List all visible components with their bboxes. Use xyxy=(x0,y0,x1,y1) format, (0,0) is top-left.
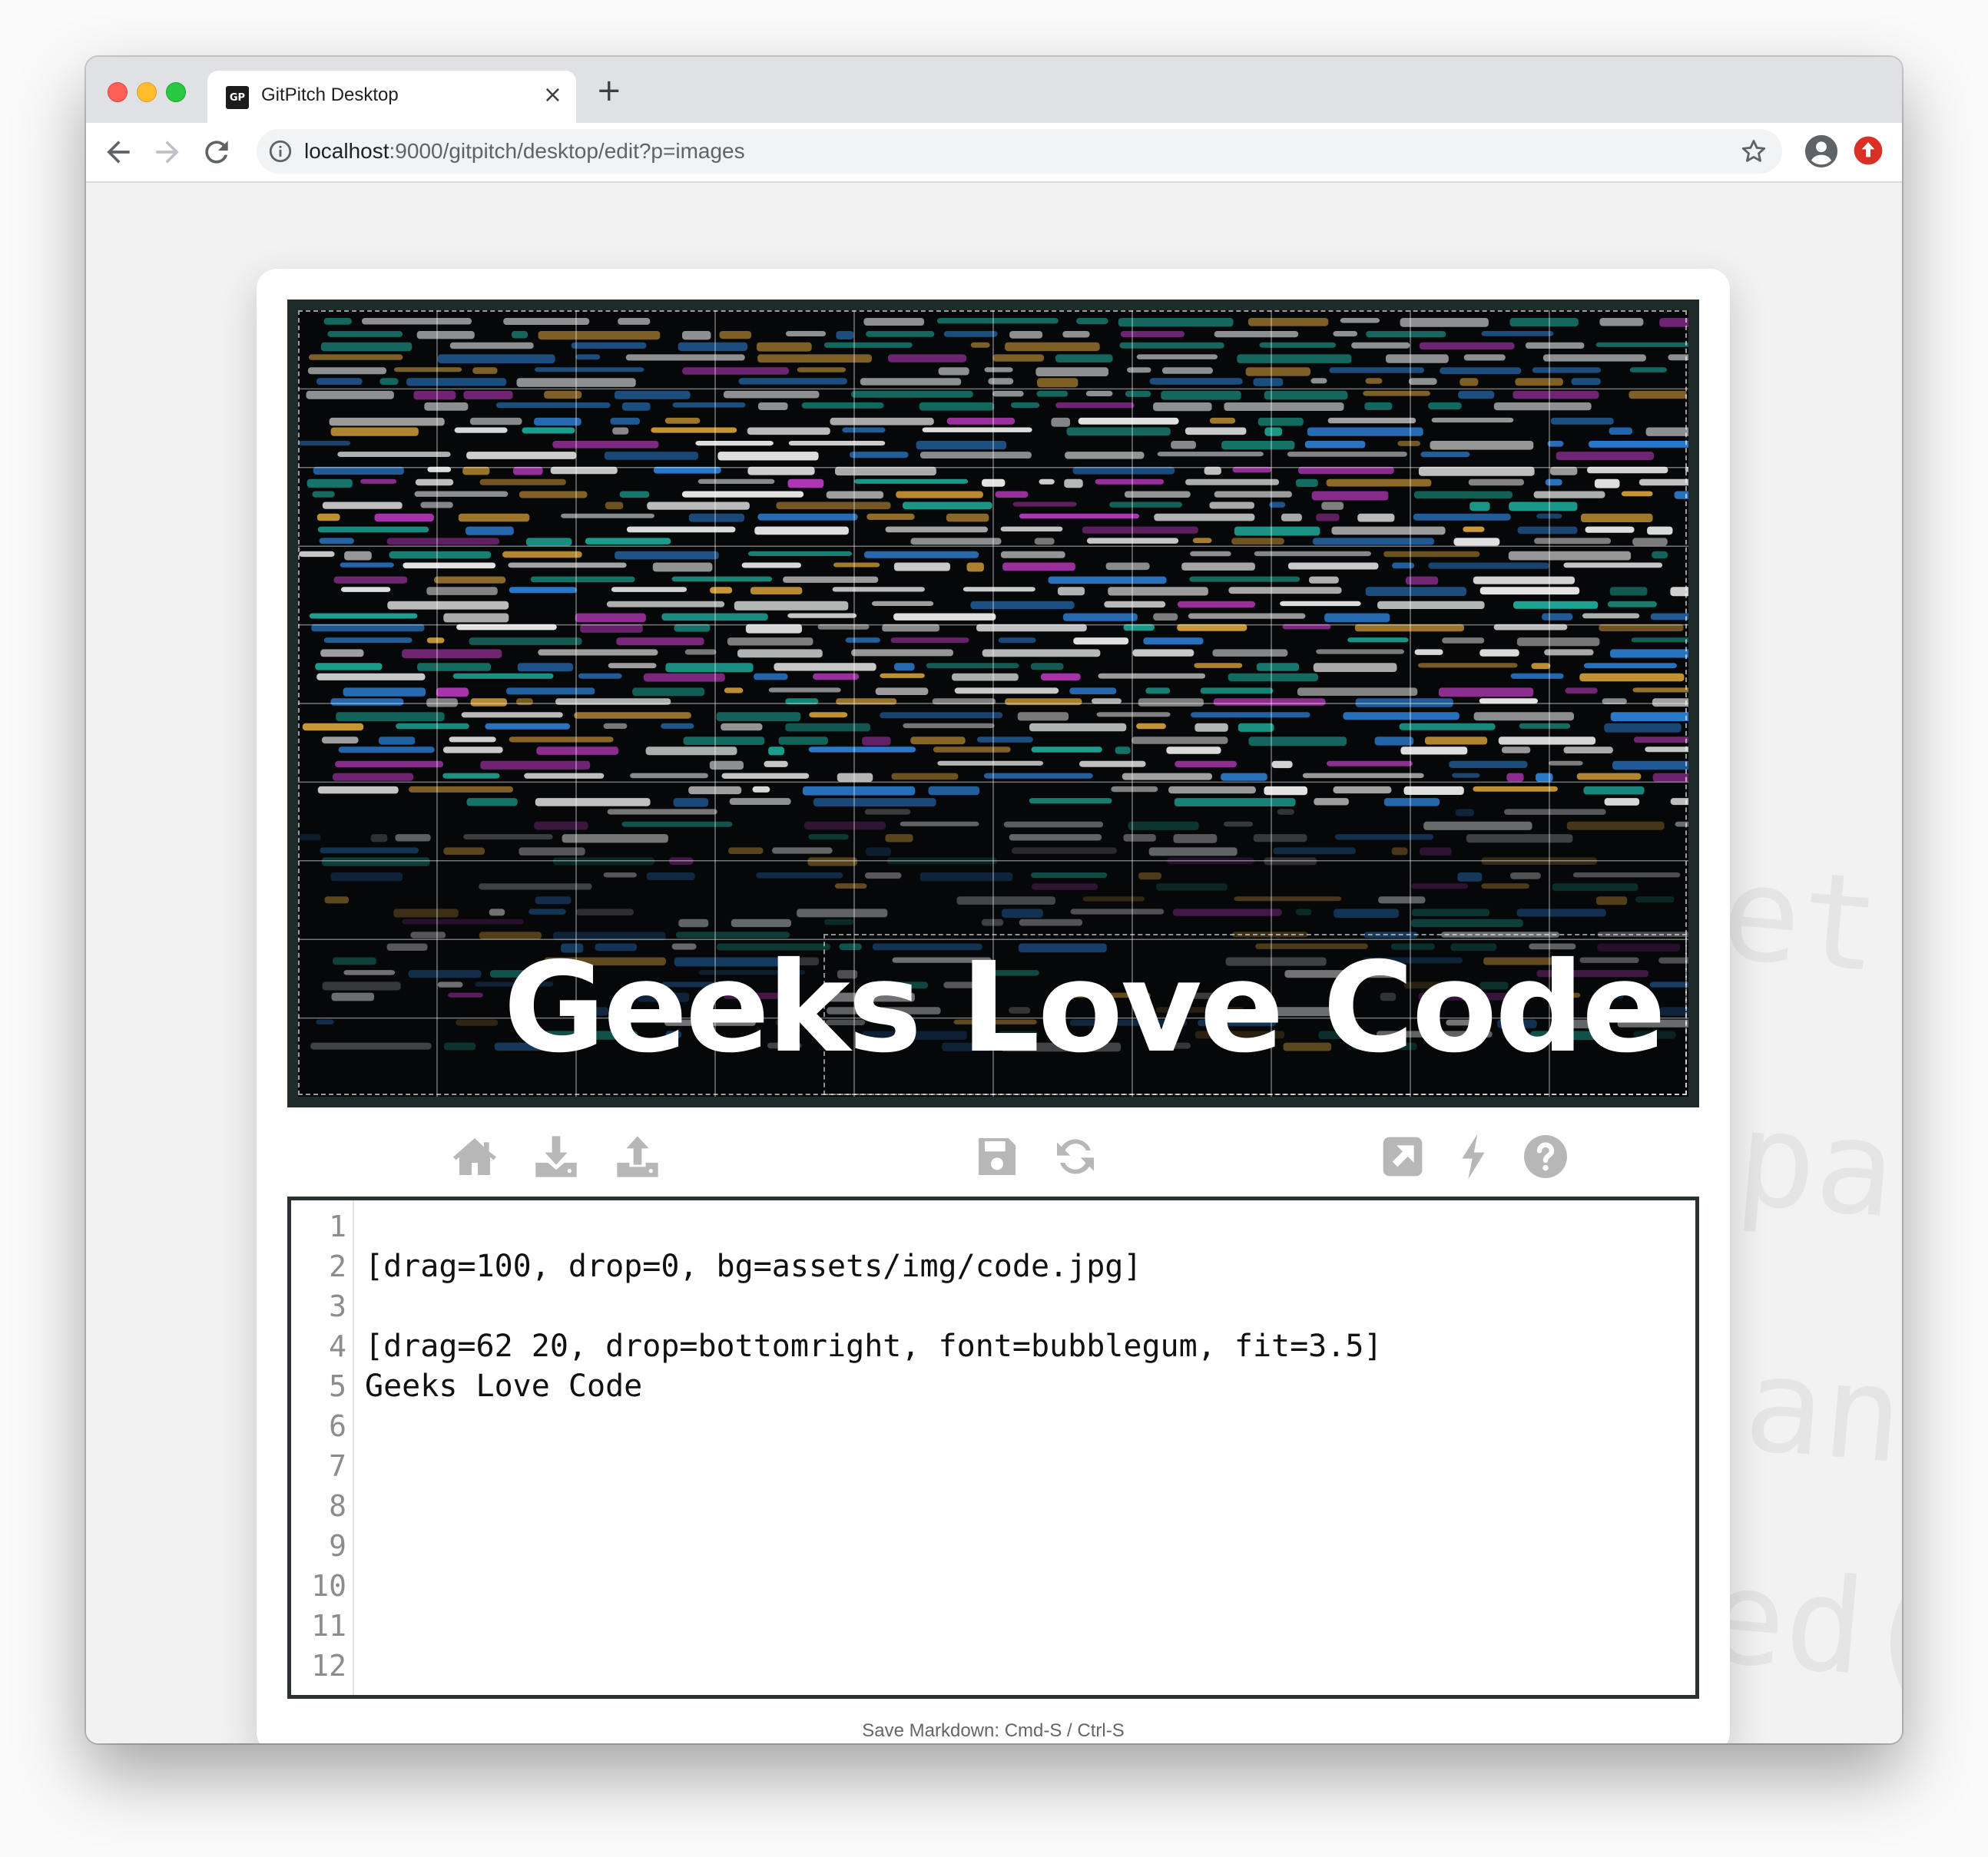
line-number: 6 xyxy=(329,1409,346,1443)
line-number: 11 xyxy=(311,1609,346,1643)
line-number: 3 xyxy=(329,1289,346,1323)
title-bar: GP GitPitch Desktop × + xyxy=(86,57,1902,123)
browser-tab[interactable]: GP GitPitch Desktop × xyxy=(207,71,576,123)
forward-arrow-icon[interactable] xyxy=(151,135,184,169)
code-line[interactable]: [drag=62 20, drop=bottomright, font=bubb… xyxy=(365,1326,1383,1366)
background-code-text: pa xyxy=(1731,1082,1901,1248)
profile-icon[interactable] xyxy=(1804,134,1839,169)
editor-card: Geeks Love Code 1 2 3 4 5 6 7 8 9 10 11 … xyxy=(257,269,1730,1743)
home-icon[interactable] xyxy=(450,1132,499,1181)
reload-icon[interactable] xyxy=(200,135,234,169)
line-number: 1 xyxy=(329,1210,346,1243)
external-link-icon[interactable] xyxy=(1378,1132,1427,1181)
line-number: 2 xyxy=(329,1250,346,1283)
slide-preview[interactable]: Geeks Love Code xyxy=(287,300,1699,1107)
slide-background-image: Geeks Love Code xyxy=(298,310,1688,1097)
help-icon[interactable] xyxy=(1521,1132,1570,1181)
save-icon[interactable] xyxy=(972,1132,1022,1181)
address-bar[interactable]: localhost:9000/gitpitch/desktop/edit?p=i… xyxy=(257,129,1782,174)
gitpitch-favicon-icon: GP xyxy=(226,86,249,109)
star-icon[interactable] xyxy=(1739,137,1768,166)
update-icon[interactable] xyxy=(1853,135,1884,166)
line-number: 10 xyxy=(311,1569,346,1603)
upload-icon[interactable] xyxy=(613,1132,662,1181)
maximize-window-button[interactable] xyxy=(166,82,186,102)
url-host: localhost xyxy=(304,139,389,163)
info-icon[interactable] xyxy=(267,138,293,164)
code-line[interactable]: [drag=100, drop=0, bg=assets/img/code.jp… xyxy=(365,1246,1141,1286)
close-window-button[interactable] xyxy=(108,82,128,102)
browser-window: GP GitPitch Desktop × + localhost:9000/g… xyxy=(86,57,1902,1743)
markdown-editor[interactable]: 1 2 3 4 5 6 7 8 9 10 11 12 [drag=100, dr… xyxy=(287,1197,1699,1699)
line-number: 5 xyxy=(329,1369,346,1403)
action-toolbar xyxy=(257,1121,1730,1198)
line-number: 12 xyxy=(311,1649,346,1683)
url-path: :9000/gitpitch/desktop/edit?p=images xyxy=(389,139,745,163)
line-number: 7 xyxy=(329,1449,346,1483)
background-code-text: ed( xyxy=(1700,1539,1902,1713)
refresh-icon[interactable] xyxy=(1051,1132,1100,1181)
background-code-text: an xyxy=(1738,1328,1902,1494)
line-number: 9 xyxy=(329,1529,346,1563)
save-shortcut-hint: Save Markdown: Cmd-S / Ctrl-S xyxy=(862,1720,1125,1741)
download-icon[interactable] xyxy=(532,1132,581,1181)
tab-close-icon[interactable]: × xyxy=(543,81,562,108)
back-arrow-icon[interactable] xyxy=(101,135,135,169)
line-number: 4 xyxy=(329,1329,346,1363)
page-viewport: et pa an ed( Geeks Love Code 1 2 3 4 5 6… xyxy=(86,183,1902,1743)
url-text: localhost:9000/gitpitch/desktop/edit?p=i… xyxy=(304,139,745,164)
slide-title: Geeks Love Code xyxy=(503,936,1666,1081)
line-number: 8 xyxy=(329,1489,346,1523)
minimize-window-button[interactable] xyxy=(137,82,157,102)
background-code-text: et xyxy=(1715,836,1886,1002)
line-number-gutter: 1 2 3 4 5 6 7 8 9 10 11 12 xyxy=(291,1200,354,1695)
code-line[interactable]: Geeks Love Code xyxy=(365,1366,642,1406)
browser-toolbar: localhost:9000/gitpitch/desktop/edit?p=i… xyxy=(86,123,1902,183)
desktop: GP GitPitch Desktop × + localhost:9000/g… xyxy=(0,0,1988,1857)
lightning-icon[interactable] xyxy=(1449,1132,1498,1181)
tab-title: GitPitch Desktop xyxy=(261,84,399,105)
new-tab-button[interactable]: + xyxy=(596,74,622,108)
